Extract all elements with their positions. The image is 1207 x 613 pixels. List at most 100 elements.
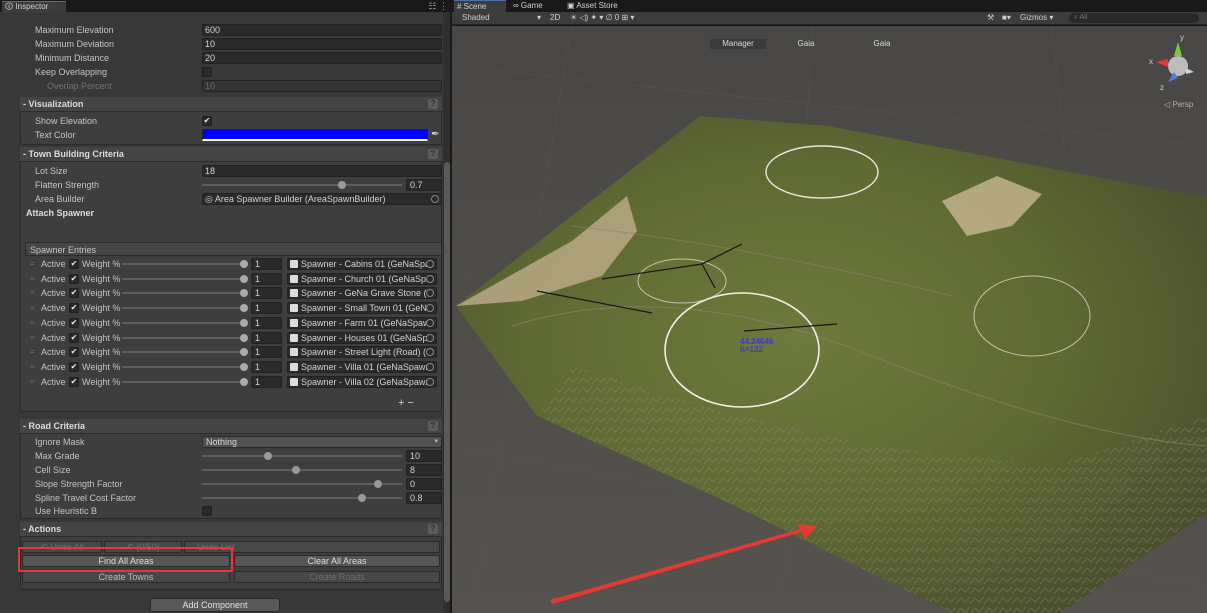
chevron-down-icon[interactable]: ▾ [537, 12, 541, 24]
drag-handle-icon[interactable]: = [30, 257, 35, 271]
overlay-tab-gaia-2[interactable]: Gaia [856, 39, 908, 49]
create-towns-button[interactable]: Create Towns [22, 571, 230, 583]
entry-weight-slider-knob[interactable] [240, 289, 248, 298]
entry-spawner-field[interactable]: Spawner - Small Town 01 (GeN [287, 302, 437, 315]
entry-weight-input[interactable]: 1 [251, 331, 282, 344]
help-icon[interactable]: ? [428, 524, 438, 534]
flatten-strength-slider-track[interactable] [202, 184, 402, 186]
road-slider-knob[interactable] [358, 494, 366, 502]
entry-weight-slider-track[interactable] [122, 351, 244, 354]
area-builder-object-field[interactable]: ◎ Area Spawner Builder (AreaSpawnBuilder… [202, 193, 442, 205]
entry-active-checkbox[interactable]: ✔ [69, 332, 79, 343]
tools-icon[interactable]: ⚒ [987, 12, 994, 24]
flatten-strength-slider-knob[interactable] [338, 181, 346, 189]
entry-active-checkbox[interactable]: ✔ [69, 376, 79, 387]
entry-spawner-field[interactable]: Spawner - Villa 01 (GeNaSpawn [287, 360, 437, 373]
drag-handle-icon[interactable]: = [30, 301, 35, 315]
road-slider-track[interactable] [202, 469, 402, 471]
overlay-tab-manager[interactable]: Manager [710, 39, 766, 49]
object-picker-icon[interactable] [426, 377, 434, 386]
object-picker-icon[interactable] [426, 318, 434, 327]
entry-weight-input[interactable]: 1 [251, 287, 282, 300]
entry-weight-slider-track[interactable] [122, 277, 244, 280]
min-distance-input[interactable]: 20 [202, 52, 442, 64]
lot-size-input[interactable]: 18 [202, 165, 442, 177]
object-picker-icon[interactable] [426, 304, 434, 313]
tab-game[interactable]: ∞ Game [510, 0, 562, 12]
ignore-mask-dropdown[interactable]: Nothing ▾ [202, 436, 442, 448]
entry-weight-input[interactable]: 1 [251, 272, 282, 285]
add-remove-entry-buttons[interactable]: + − [398, 396, 442, 410]
heuristic-checkbox[interactable] [202, 506, 212, 516]
entry-weight-slider-knob[interactable] [240, 377, 248, 386]
actions-header[interactable]: - Actions ? [20, 522, 442, 537]
add-component-button[interactable]: Add Component [150, 598, 280, 612]
tab-inspector[interactable]: 🛈 Inspector [2, 1, 66, 12]
entry-weight-input[interactable]: 1 [251, 302, 282, 315]
road-criteria-header[interactable]: - Road Criteria ? [20, 419, 442, 434]
entry-weight-slider-track[interactable] [122, 380, 244, 383]
object-picker-icon[interactable] [426, 274, 434, 283]
entry-weight-slider-track[interactable] [122, 292, 244, 295]
entry-active-checkbox[interactable]: ✔ [69, 259, 79, 269]
scrollbar-thumb[interactable] [444, 162, 450, 602]
entry-active-checkbox[interactable]: ✔ [69, 347, 79, 358]
scene-viewport[interactable]: y x z [452, 25, 1207, 613]
shading-mode-dropdown[interactable]: Shaded [462, 12, 490, 24]
drag-handle-icon[interactable]: = [30, 360, 35, 374]
road-slider-input[interactable]: 0.8 [406, 492, 442, 504]
entry-active-checkbox[interactable]: ✔ [69, 361, 79, 372]
perspective-toggle[interactable]: ◁ Persp [1164, 100, 1193, 109]
drag-handle-icon[interactable]: = [30, 331, 35, 345]
entry-weight-input[interactable]: 1 [251, 375, 282, 388]
entry-weight-slider-knob[interactable] [240, 260, 248, 268]
drag-handle-icon[interactable]: = [30, 272, 35, 286]
entry-active-checkbox[interactable]: ✔ [69, 303, 79, 314]
entry-active-checkbox[interactable]: ✔ [69, 317, 79, 328]
drag-handle-icon[interactable]: = [30, 345, 35, 359]
max-elevation-input[interactable]: 600 [202, 24, 442, 36]
entry-weight-slider-track[interactable] [122, 321, 244, 324]
road-slider-input[interactable]: 0 [406, 478, 442, 490]
entry-active-checkbox[interactable]: ✔ [69, 273, 79, 284]
object-picker-icon[interactable] [426, 260, 434, 268]
road-slider-knob[interactable] [292, 466, 300, 474]
entry-weight-input[interactable]: 1 [251, 258, 282, 270]
overlay-tab-gaia-1[interactable]: Gaia [780, 39, 832, 49]
keep-overlapping-checkbox[interactable] [202, 67, 212, 77]
entry-weight-slider-knob[interactable] [240, 362, 248, 371]
clear-all-areas-button[interactable]: Clear All Areas [234, 555, 440, 567]
help-icon[interactable]: ? [428, 149, 438, 159]
entry-spawner-field[interactable]: Spawner - Street Light (Road) (G [287, 346, 437, 359]
road-slider-knob[interactable] [264, 452, 272, 460]
road-slider-track[interactable] [202, 483, 402, 485]
entry-weight-slider-track[interactable] [122, 365, 244, 368]
panel-menu-icon[interactable]: ☷ ⋮ [428, 0, 448, 12]
gizmos-dropdown[interactable]: Gizmos ▾ [1020, 12, 1053, 24]
town-building-header[interactable]: - Town Building Criteria ? [20, 147, 442, 162]
eyedropper-icon[interactable]: ✒ [431, 128, 439, 142]
tab-asset-store[interactable]: ▣ Asset Store [564, 0, 634, 12]
help-icon[interactable]: ? [428, 99, 438, 109]
entry-spawner-field[interactable]: Spawner - Church 01 (GeNaSpa [287, 272, 437, 285]
entry-weight-slider-track[interactable] [122, 307, 244, 310]
road-slider-knob[interactable] [374, 480, 382, 488]
road-slider-input[interactable]: 8 [406, 464, 442, 476]
entry-weight-input[interactable]: 1 [251, 316, 282, 329]
road-slider-track[interactable] [202, 497, 402, 499]
object-picker-icon[interactable] [431, 195, 439, 203]
show-elevation-checkbox[interactable]: ✔ [202, 116, 212, 126]
visualization-header[interactable]: - Visualization ? [20, 97, 442, 112]
object-picker-icon[interactable] [426, 333, 434, 342]
road-slider-track[interactable] [202, 455, 402, 457]
max-deviation-input[interactable]: 10 [202, 38, 442, 50]
tab-scene[interactable]: # Scene [454, 0, 506, 12]
entry-weight-input[interactable]: 1 [251, 346, 282, 359]
2d-toggle[interactable]: 2D [550, 12, 560, 24]
entry-weight-slider-track[interactable] [122, 263, 244, 265]
entry-spawner-field[interactable]: Spawner - GeNa Grave Stone (G [287, 287, 437, 300]
create-roads-button[interactable]: Create Roads [234, 571, 440, 583]
entry-weight-slider-knob[interactable] [240, 333, 248, 342]
entry-spawner-field[interactable]: Spawner - Houses 01 (GeNaSpa [287, 331, 437, 344]
entry-active-checkbox[interactable]: ✔ [69, 288, 79, 299]
